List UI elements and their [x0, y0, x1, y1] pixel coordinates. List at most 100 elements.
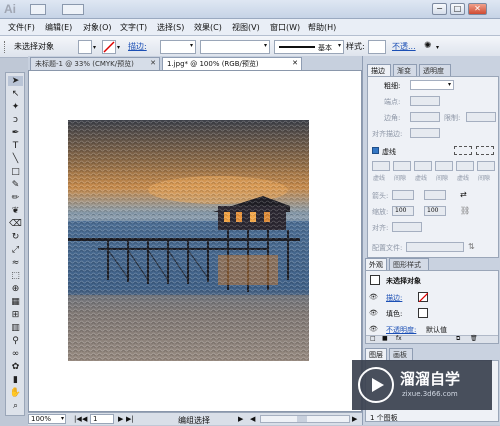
scale-tool-icon[interactable]: ⤢ — [8, 245, 23, 255]
stroke-none-swatch[interactable] — [418, 292, 429, 303]
menu-help[interactable]: 帮助(H) — [308, 22, 336, 33]
menu-effect[interactable]: 效果(C) — [194, 22, 222, 33]
gap-field-1[interactable] — [393, 161, 411, 171]
tab-stroke[interactable]: 描边 — [367, 64, 391, 76]
menu-type[interactable]: 文字(T) — [120, 22, 147, 33]
flip-profile-icon[interactable]: ⇅ — [468, 242, 475, 251]
tab-transparency[interactable]: 透明度 — [419, 64, 451, 76]
tab-layers[interactable]: 图层 — [365, 348, 387, 360]
warp-tool-icon[interactable]: ≈ — [8, 258, 23, 268]
tab-appearance[interactable]: 外观 — [365, 258, 387, 270]
chevron-down-icon[interactable]: ▾ — [117, 44, 120, 51]
pen-tool-icon[interactable]: ✒ — [8, 128, 23, 138]
link-scale-icon[interactable]: ⛓ — [460, 206, 470, 215]
gradient-tool-icon[interactable]: ▥ — [8, 323, 23, 333]
menu-edit[interactable]: 编辑(E) — [45, 22, 72, 33]
weight-field[interactable]: ▾ — [410, 80, 454, 90]
stroke-swatch[interactable] — [102, 40, 116, 54]
paintbrush-icon[interactable]: ✎ — [8, 180, 23, 190]
start-scale-field[interactable]: 100 — [392, 206, 414, 216]
fill-white-swatch[interactable] — [418, 308, 428, 318]
menu-select[interactable]: 选择(S) — [157, 22, 184, 33]
artboard-number-field[interactable]: 1 — [90, 414, 114, 424]
end-arrow-select[interactable] — [424, 190, 446, 200]
variable-width-profile[interactable]: ▾ — [200, 40, 270, 54]
stroke-link[interactable]: 描边: — [128, 41, 147, 52]
eraser-icon[interactable]: ⌫ — [8, 219, 23, 229]
tab-artboards[interactable]: 画板 — [389, 348, 413, 360]
recolor-artwork-icon[interactable]: ✺ — [424, 41, 432, 51]
menu-object[interactable]: 对象(O) — [83, 22, 112, 33]
direct-selection-tool-icon[interactable]: ↖ — [8, 89, 23, 99]
brush-definition[interactable]: 基本 ▾ — [274, 40, 344, 54]
duplicate-item-icon[interactable]: ⧉ — [456, 335, 460, 343]
start-arrow-select[interactable] — [392, 190, 414, 200]
zoom-tool-icon[interactable]: ⌕ — [8, 401, 23, 411]
close-window-button[interactable]: ✕ — [468, 3, 487, 15]
minimize-button[interactable]: − — [432, 3, 447, 15]
graph-tool-icon[interactable]: ▮ — [8, 375, 23, 385]
align-stroke-buttons[interactable] — [410, 128, 440, 138]
appearance-opacity-link[interactable]: 不透明度: — [386, 325, 416, 335]
dash-field-3[interactable] — [456, 161, 474, 171]
magic-wand-icon[interactable]: ✦ — [8, 102, 23, 112]
scroll-left-icon[interactable]: ◀ — [250, 415, 255, 423]
arrow-align-buttons[interactable] — [392, 222, 422, 232]
dash-align-corners-icon[interactable] — [476, 146, 494, 155]
appearance-stroke-link[interactable]: 描边: — [386, 293, 402, 303]
perspective-grid-icon[interactable]: ▦ — [8, 297, 23, 307]
visibility-eye-icon[interactable]: 👁 — [369, 325, 378, 333]
add-effect-icon[interactable]: fx — [396, 335, 402, 342]
bridge-icon[interactable] — [30, 4, 46, 15]
horizontal-scrollbar[interactable] — [260, 415, 350, 423]
fill-swatch[interactable] — [78, 40, 92, 54]
symbol-sprayer-icon[interactable]: ✿ — [8, 362, 23, 372]
tab-gradient[interactable]: 渐变 — [393, 64, 417, 76]
cap-buttons[interactable] — [410, 96, 440, 106]
dash-preserve-icon[interactable] — [454, 146, 472, 155]
first-artboard-icon[interactable]: |◀ — [74, 415, 82, 423]
menu-view[interactable]: 视图(V) — [232, 22, 260, 33]
scroll-right-icon[interactable]: ▶ — [352, 415, 357, 423]
rectangle-tool-icon[interactable]: □ — [8, 167, 23, 177]
next-artboard-icon[interactable]: ▶ — [118, 415, 123, 423]
close-icon[interactable]: ✕ — [150, 59, 156, 67]
chevron-down-icon[interactable]: ▾ — [93, 44, 96, 51]
dash-field-2[interactable] — [414, 161, 432, 171]
placed-photo-artwork[interactable] — [68, 120, 309, 361]
visibility-eye-icon[interactable]: 👁 — [369, 309, 378, 317]
add-fill-icon[interactable]: ■ — [382, 335, 388, 342]
visibility-eye-icon[interactable]: 👁 — [369, 293, 378, 301]
prev-artboard-icon[interactable]: ◀ — [82, 415, 87, 423]
opacity-link[interactable]: 不透... — [392, 41, 416, 52]
line-tool-icon[interactable]: ╲ — [8, 154, 23, 164]
free-transform-icon[interactable]: ⬚ — [8, 271, 23, 281]
gap-field-2[interactable] — [435, 161, 453, 171]
mesh-tool-icon[interactable]: ⊞ — [8, 310, 23, 320]
zoom-field[interactable]: 100% ▾ — [28, 414, 66, 424]
graphic-style-swatch[interactable] — [368, 40, 386, 54]
selection-tool-icon[interactable]: ➤ — [8, 76, 23, 86]
dash-field-1[interactable] — [372, 161, 390, 171]
chevron-down-icon[interactable]: ▾ — [436, 44, 439, 51]
tab-document-1jpg[interactable]: 1.jpg* @ 100% (RGB/预览) ✕ — [162, 57, 302, 70]
swap-arrows-icon[interactable]: ⇄ — [460, 190, 467, 199]
delete-icon[interactable]: 🗑 — [470, 335, 478, 342]
menu-file[interactable]: 文件(F) — [8, 22, 35, 33]
hand-tool-icon[interactable]: ✋ — [8, 388, 23, 398]
arrange-documents-icon[interactable] — [62, 4, 84, 15]
add-stroke-icon[interactable]: □ — [370, 335, 376, 342]
tab-document-untitled[interactable]: 未标题-1 @ 33% (CMYK/预览) ✕ — [30, 57, 160, 70]
close-icon[interactable]: ✕ — [292, 59, 298, 67]
end-scale-field[interactable]: 100 — [424, 206, 446, 216]
scrollbar-thumb[interactable] — [297, 416, 307, 422]
lasso-icon[interactable]: ↄ — [8, 115, 23, 125]
rotate-tool-icon[interactable]: ↻ — [8, 232, 23, 242]
dashed-line-checkbox[interactable] — [372, 147, 379, 154]
blob-brush-icon[interactable]: ❦ — [8, 206, 23, 216]
blend-tool-icon[interactable]: ∞ — [8, 349, 23, 359]
maximize-button[interactable]: □ — [450, 3, 465, 15]
menu-window[interactable]: 窗口(W) — [270, 22, 300, 33]
type-tool-icon[interactable]: T — [8, 141, 23, 151]
profile-select[interactable] — [406, 242, 464, 252]
